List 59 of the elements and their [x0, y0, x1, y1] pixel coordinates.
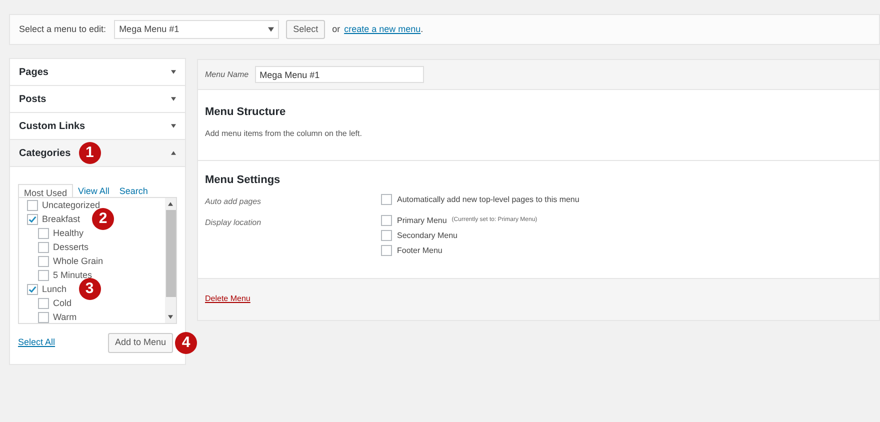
- expand-icon: [171, 70, 176, 74]
- category-label: 5 Minutes: [53, 269, 92, 281]
- checkbox[interactable]: [27, 200, 38, 210]
- checkbox[interactable]: [381, 194, 392, 205]
- number-badge: 3: [78, 278, 101, 300]
- tab[interactable]: View All: [73, 183, 114, 197]
- category-label: Desserts: [53, 241, 89, 253]
- collapse-icon: [171, 151, 176, 155]
- menu-name-field[interactable]: Mega Menu #1: [254, 66, 424, 83]
- scrollbar[interactable]: [165, 198, 176, 323]
- checkbox[interactable]: [381, 245, 392, 256]
- section-heading: Menu Structure: [205, 105, 287, 120]
- expand-icon: [171, 124, 176, 128]
- section-heading: Menu Settings: [205, 173, 282, 188]
- scroll-up-icon: [168, 202, 173, 206]
- checkbox[interactable]: [38, 312, 49, 322]
- setting-label: Auto add pages: [205, 196, 262, 208]
- checkbox[interactable]: [38, 228, 49, 238]
- number-badge: 1: [78, 142, 101, 164]
- select-label: Select a menu to edit:: [19, 22, 106, 36]
- category-label: Whole Grain: [53, 255, 104, 267]
- number-badge: 2: [92, 208, 114, 230]
- accordion-header[interactable]: Categories 1: [10, 140, 185, 167]
- checkbox[interactable]: [381, 230, 392, 241]
- tab[interactable]: Most Used: [18, 184, 74, 198]
- option-label: Primary Menu: [397, 214, 447, 226]
- setting-label: Display location: [205, 216, 262, 229]
- category-label: Cold: [53, 297, 72, 309]
- scroll-down-icon: [168, 315, 173, 319]
- delete-menu-link[interactable]: Delete Menu: [205, 293, 250, 305]
- create-menu-link[interactable]: create a new menu: [344, 22, 421, 36]
- expand-icon: [171, 97, 176, 101]
- category-label: Lunch: [42, 283, 67, 295]
- caret-icon: [268, 27, 274, 32]
- scroll-thumb[interactable]: [166, 210, 176, 297]
- add-to-menu-button[interactable]: Add to Menu: [108, 333, 173, 353]
- tab[interactable]: Search: [114, 183, 153, 197]
- menu-name-label: Menu Name: [205, 68, 249, 80]
- select-all-link[interactable]: Select All: [18, 336, 56, 350]
- category-label: Healthy: [53, 227, 84, 239]
- checkbox[interactable]: [38, 242, 49, 252]
- number-badge: 4: [175, 332, 197, 354]
- option-label: Footer Menu: [397, 244, 442, 256]
- checkbox[interactable]: [38, 256, 49, 266]
- checkbox[interactable]: [38, 270, 49, 280]
- period-text: .: [420, 22, 424, 36]
- checkbox[interactable]: [381, 215, 392, 226]
- or-text: or: [332, 22, 340, 36]
- checkbox[interactable]: [27, 284, 38, 294]
- instruction-text: Add menu items from the column on the left.: [205, 128, 363, 140]
- select-button[interactable]: Select: [286, 20, 326, 39]
- category-label: Breakfast: [42, 213, 80, 225]
- checkbox[interactable]: [38, 298, 49, 308]
- category-label: Warm: [53, 311, 77, 323]
- option-label: Automatically add new top-level pages to this menu: [397, 194, 580, 206]
- checkbox[interactable]: [27, 214, 38, 224]
- menu-dropdown[interactable]: Mega Menu #1: [114, 20, 280, 39]
- option-label: Secondary Menu: [397, 230, 458, 242]
- category-label: Uncategorized: [42, 199, 100, 211]
